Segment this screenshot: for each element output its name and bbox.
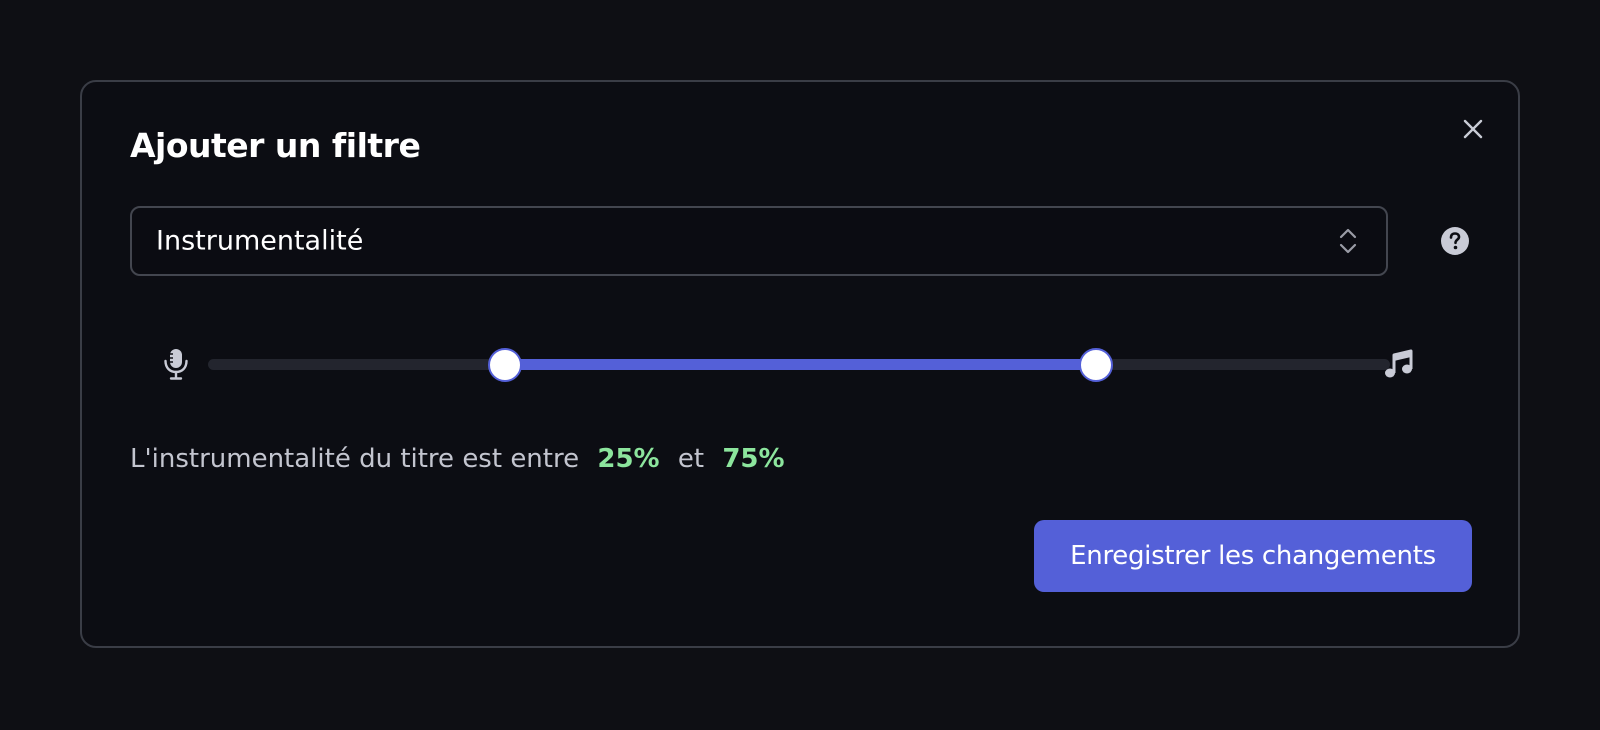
summary-conjunction: et: [677, 444, 705, 474]
question-circle-icon[interactable]: [1440, 226, 1470, 256]
slider-min-handle[interactable]: [487, 348, 522, 382]
summary-prefix: L'instrumentalité du titre est entre: [130, 444, 580, 474]
add-filter-modal: Ajouter un filtre Instrumentalité L'inst…: [80, 80, 1520, 648]
microphone-icon: [164, 349, 188, 380]
summary-max-value: 75%: [722, 444, 785, 474]
modal-title: Ajouter un filtre: [130, 126, 421, 165]
slider-max-handle[interactable]: [1078, 348, 1113, 382]
chevron-up-down-icon: [1339, 228, 1357, 254]
save-changes-button[interactable]: Enregistrer les changements: [1034, 520, 1472, 592]
summary-min-value: 25%: [597, 444, 660, 474]
filter-type-value: Instrumentalité: [156, 225, 364, 257]
close-icon: [1463, 119, 1483, 139]
range-summary-text: L'instrumentalité du titre est entre 25%…: [130, 444, 785, 474]
music-note-icon: [1385, 349, 1413, 378]
slider-selected-range: [503, 359, 1095, 370]
close-button[interactable]: [1456, 112, 1490, 146]
slider-track[interactable]: [208, 348, 1390, 382]
instrumentalness-range-slider: [162, 346, 1442, 382]
filter-type-select[interactable]: Instrumentalité: [130, 206, 1388, 276]
